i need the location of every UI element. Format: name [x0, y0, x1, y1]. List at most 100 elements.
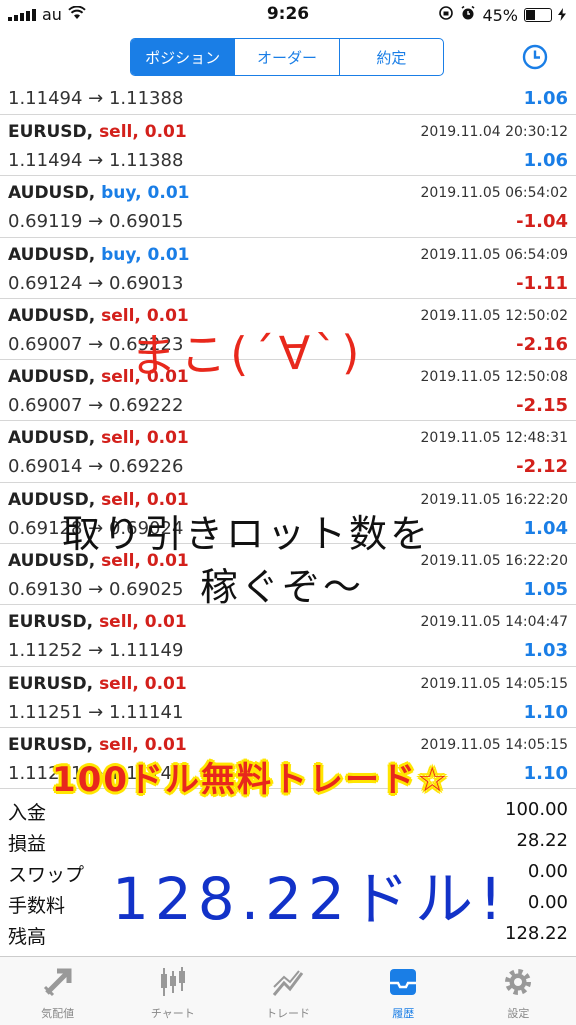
bottom-tab-bar: 気配値 チャート トレード 履歴 設定 [0, 956, 576, 1025]
tab-deals[interactable]: 約定 [338, 39, 443, 75]
table-row[interactable]: EURUSD, sell, 0.01 2019.11.04 20:30:12 1.1… [0, 115, 576, 177]
trade-profit: -2.16 [516, 333, 568, 355]
trade-lots: 0.01 [144, 673, 187, 694]
trade-lots: 0.01 [144, 612, 187, 633]
trade-title: AUDUSD, sell, 0.01 [8, 428, 189, 449]
trade-icon [271, 970, 305, 1003]
trade-prices: 0.69014 → 0.69226 [8, 456, 184, 478]
tab-label: トレード [266, 1007, 310, 1020]
tab-history-inbox[interactable]: 履歴 [346, 957, 461, 1025]
trade-profit: 1.04 [523, 517, 568, 539]
trade-time: 2019.11.04 20:30:12 [420, 124, 569, 140]
trade-side: sell [99, 734, 133, 755]
history-segment-control: ポジション オーダー 約定 [130, 38, 444, 76]
trade-symbol: EURUSD [8, 734, 87, 755]
trade-profit: 1.03 [523, 640, 568, 662]
trade-lots: 0.01 [147, 183, 190, 204]
trade-symbol: AUDUSD [8, 489, 89, 510]
quotes-icon [41, 968, 75, 1003]
trade-side: sell [99, 122, 133, 142]
charging-icon [558, 6, 566, 25]
trade-profit: 1.06 [523, 88, 568, 109]
trade-prices: 0.69128 → 0.69024 [8, 517, 184, 539]
table-row[interactable]: AUDUSD, sell, 0.01 2019.11.05 12:48:31 0.6… [0, 421, 576, 483]
table-row[interactable]: AUDUSD, sell, 0.01 2019.11.05 16:22:20 0.6… [0, 483, 576, 545]
trade-symbol: EURUSD [8, 673, 87, 694]
trade-time: 2019.11.05 06:54:02 [420, 185, 569, 202]
alarm-icon [460, 5, 476, 25]
trade-side: sell [99, 612, 133, 633]
trade-title: EURUSD, sell, 0.01 [8, 612, 187, 633]
trade-prices: 0.69124 → 0.69013 [8, 272, 184, 294]
summary-value: 28.22 [516, 830, 568, 851]
table-row[interactable]: AUDUSD, buy, 0.01 2019.11.05 06:54:09 0.69… [0, 238, 576, 299]
trade-side: sell [101, 489, 135, 510]
trade-side: sell [101, 551, 135, 572]
trade-title: AUDUSD, sell, 0.01 [8, 551, 189, 572]
trade-side: sell [101, 367, 135, 388]
orientation-lock-icon [438, 5, 454, 25]
trade-title: EURUSD, sell, 0.01 [8, 122, 187, 142]
table-row[interactable]: EURUSD, sell, 0.01 2019.11.05 14:05:15 1.1… [0, 667, 576, 728]
tab-quotes[interactable]: 気配値 [0, 957, 115, 1025]
tab-label: 気配値 [41, 1007, 75, 1020]
table-row[interactable]: AUDUSD, sell, 0.01 2019.11.05 16:22:20 0.6… [0, 544, 576, 606]
table-row[interactable]: EURUSD, sell, 0.01 2019.11.05 14:04:47 1.1… [0, 605, 576, 667]
trade-symbol: AUDUSD [8, 367, 89, 388]
summary-row: 損益 28.22 [0, 827, 576, 858]
tab-gear[interactable]: 設定 [461, 957, 576, 1025]
clock-icon[interactable] [522, 44, 548, 70]
battery-percent: 45% [482, 5, 518, 25]
trade-lots: 0.01 [146, 551, 189, 572]
trade-time: 2019.11.05 14:04:47 [420, 614, 569, 631]
trade-prices: 1.11251 → 1.11141 [8, 701, 184, 723]
trade-profit: -1.11 [516, 272, 568, 294]
trade-title: EURUSD, sell, 0.01 [8, 673, 187, 694]
trade-time: 2019.11.05 16:22:20 [420, 491, 569, 508]
summary-row: 入金 100.00 [0, 796, 576, 827]
trade-prices: 0.69007 → 0.69222 [8, 395, 184, 417]
trade-time: 2019.11.05 16:22:20 [420, 553, 569, 570]
tab-orders[interactable]: オーダー [234, 39, 338, 75]
trade-symbol: AUDUSD [8, 428, 89, 449]
table-row[interactable]: AUDUSD, sell, 0.01 2019.11.05 12:50:08 0.6… [0, 360, 576, 422]
trade-side: sell [101, 428, 135, 449]
trade-prices: 1.11494 → 1.11388 [8, 88, 184, 109]
tab-label: チャート [150, 1007, 195, 1020]
trade-lots: 0.01 [146, 367, 189, 388]
summary-label: 入金 [8, 802, 47, 824]
trade-time: 2019.11.05 12:50:08 [420, 369, 569, 386]
summary-label: 残高 [8, 926, 47, 948]
status-bar: au 9:26 45% [0, 0, 576, 30]
summary-value: 0.00 [527, 861, 568, 882]
tab-candlestick[interactable]: チャート [115, 957, 230, 1025]
trade-symbol: AUDUSD [8, 244, 89, 265]
tab-trade[interactable]: トレード [230, 957, 345, 1025]
history-inbox-icon [386, 969, 420, 1003]
trade-lots: 0.01 [146, 489, 189, 510]
trade-lots: 0.01 [146, 428, 189, 449]
table-row[interactable]: AUDUSD, sell, 0.01 2019.11.05 12:50:02 0.6… [0, 299, 576, 361]
trade-title: AUDUSD, sell, 0.01 [8, 367, 189, 388]
trade-time: 2019.11.05 12:48:31 [420, 430, 569, 447]
summary-value: 100.00 [505, 799, 568, 820]
trade-profit: -2.15 [516, 395, 568, 417]
trade-symbol: AUDUSD [8, 551, 89, 572]
table-row[interactable]: EURUSD, sell, 0.01 2019.11.05 14:05:15 1.1… [0, 728, 576, 790]
summary-row: 手数料 0.00 [0, 889, 576, 920]
candlestick-icon [156, 967, 190, 1003]
trade-time: 2019.11.05 12:50:02 [420, 307, 569, 324]
table-row[interactable]: AUDUSD, buy, 0.01 2019.11.05 06:54:02 0.69… [0, 176, 576, 238]
tab-positions[interactable]: ポジション [131, 39, 235, 75]
summary-row: スワップ 0.00 [0, 858, 576, 889]
trade-side: buy [101, 244, 136, 265]
trade-profit: 1.05 [523, 579, 568, 601]
trade-symbol: EURUSD [8, 612, 87, 633]
trade-list: 1.11494 → 1.11388 1.06 EURUSD, sell, 0.0… [0, 84, 576, 790]
trade-profit: -2.12 [516, 456, 568, 478]
trade-title: AUDUSD, sell, 0.01 [8, 305, 189, 326]
trade-prices: 1.11252 → 1.11149 [8, 640, 184, 662]
summary-label: 手数料 [8, 895, 66, 917]
table-row[interactable]: 1.11494 → 1.11388 1.06 [0, 84, 576, 115]
summary-label: 損益 [8, 833, 47, 855]
